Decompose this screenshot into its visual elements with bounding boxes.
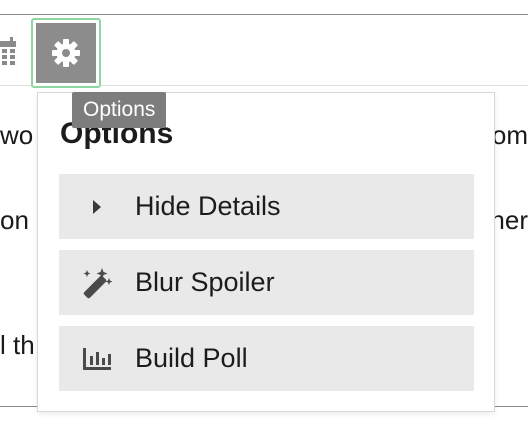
menu-item-label: Hide Details (135, 191, 281, 221)
content-text-line-3-left: l th (0, 330, 35, 360)
calendar-button[interactable] (0, 36, 22, 68)
menu-item-hide-details[interactable]: Hide Details (59, 174, 474, 239)
options-button[interactable] (31, 18, 101, 88)
caret-right-icon (59, 197, 135, 217)
menu-item-label: Blur Spoiler (135, 267, 275, 297)
menu-item-blur-spoiler[interactable]: Blur Spoiler (59, 250, 474, 315)
content-text-line-2-right: ner (490, 205, 528, 235)
options-button-face (36, 23, 96, 83)
top-divider (0, 14, 528, 15)
content-text-line-1-right: om (491, 120, 528, 150)
options-popover: Options Hide Details Blur Spoiler Build … (37, 92, 495, 412)
gear-icon (52, 39, 80, 67)
poll-icon (59, 346, 135, 372)
menu-item-label: Build Poll (135, 343, 248, 373)
options-tooltip: Options (72, 92, 167, 128)
page: wo om on a ner l th Options Hide Details (0, 0, 528, 438)
menu-item-build-poll[interactable]: Build Poll (59, 326, 474, 391)
content-text-line-1-left: wo (0, 120, 34, 150)
magic-wand-icon (59, 266, 135, 300)
calendar-icon (0, 37, 16, 65)
